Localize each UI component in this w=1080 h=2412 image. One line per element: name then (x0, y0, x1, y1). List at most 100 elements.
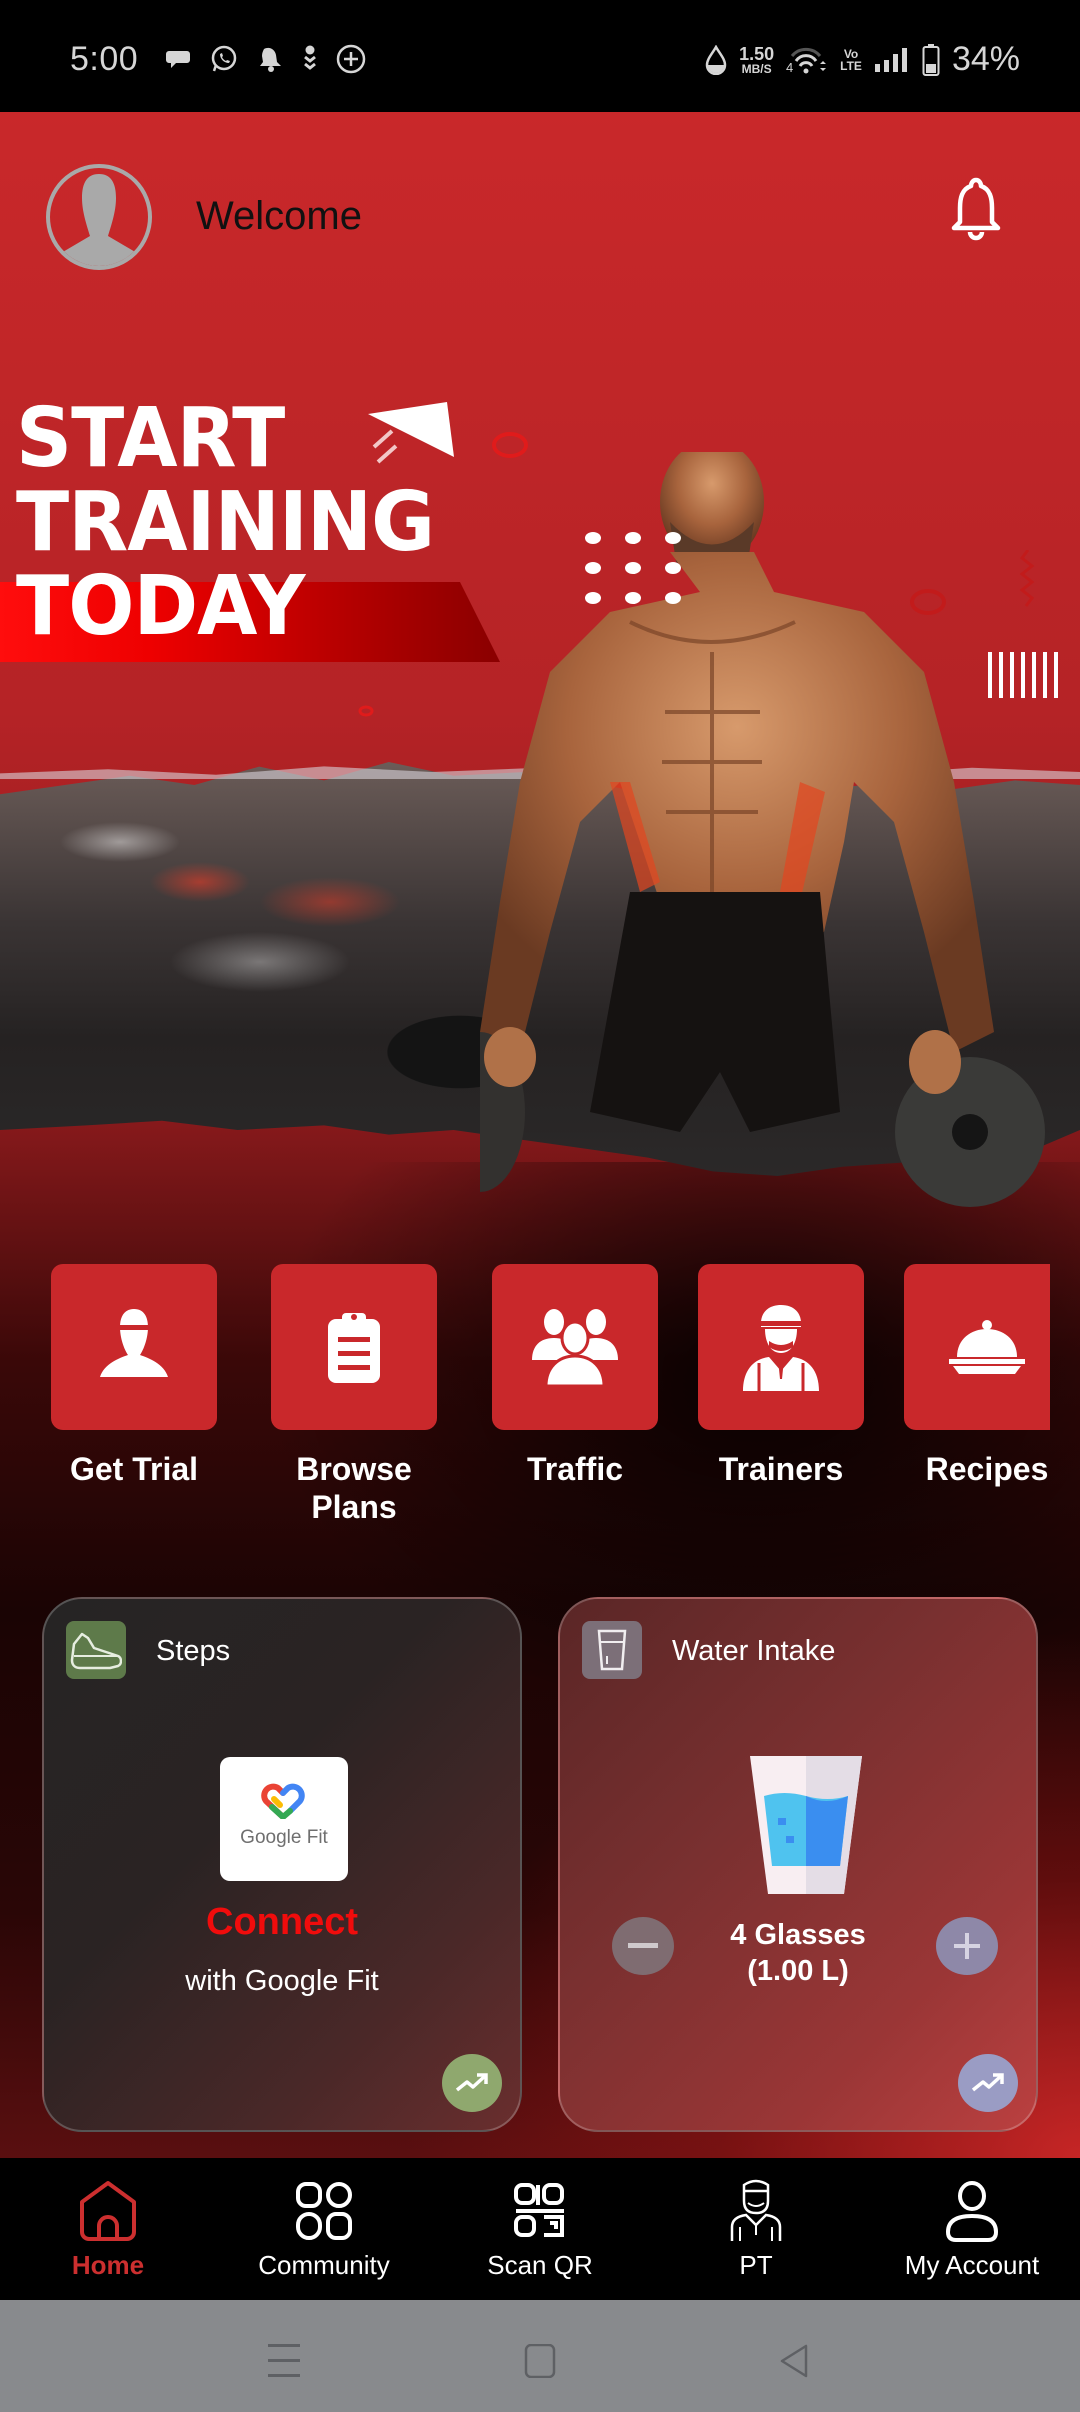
nav-my-account[interactable]: My Account (864, 2176, 1080, 2281)
promo-banner[interactable]: START TRAINING TODAY (0, 322, 1080, 1282)
quick-action-label: Recipes (925, 1451, 1049, 1487)
decorative-ring-2 (910, 589, 946, 615)
whatsapp-icon (211, 45, 237, 72)
home-screen: Welcome START TRAINING TODAY Get Trial B… (0, 112, 1080, 2158)
decorative-zigzag (1019, 550, 1035, 607)
nav-label: PT (739, 2250, 773, 2280)
trending-up-icon (971, 2073, 1004, 2092)
nav-pt[interactable]: PT (648, 2176, 864, 2281)
chat-bubble-icon (166, 51, 190, 68)
signal-strength-icon (874, 47, 907, 72)
quick-actions-row: Get Trial Browse Plans Traffic Trainers … (0, 1264, 1080, 1544)
sneaker-icon (70, 1632, 122, 1670)
headline-line-1: START (16, 391, 285, 486)
header: Welcome (0, 112, 1080, 270)
quick-action-recipes[interactable]: Recipes (904, 1264, 1050, 1488)
quick-action-tile[interactable] (698, 1264, 864, 1430)
quick-action-trainers[interactable]: Trainers (698, 1264, 864, 1488)
battery-icon (922, 43, 940, 76)
network-speed-unit: MB/S (741, 61, 772, 76)
nav-label: Home (71, 2250, 145, 2280)
water-title: Water Intake (672, 1635, 836, 1667)
home-system-button[interactable] (524, 2344, 556, 2378)
bottom-navigation: Home Community Scan QR PT My Account (0, 2158, 1080, 2300)
community-grid-icon (296, 2182, 352, 2240)
quick-action-tile[interactable] (271, 1264, 437, 1430)
volte-bottom: LTE (840, 58, 862, 73)
steps-trend-button[interactable] (442, 2054, 502, 2112)
qr-code-icon (514, 2183, 564, 2237)
status-time: 5:00 (70, 40, 139, 78)
decorative-dots (585, 532, 681, 604)
recent-apps-button[interactable] (268, 2344, 300, 2378)
nav-home[interactable]: Home (0, 2176, 216, 2281)
water-icon-box (582, 1621, 642, 1679)
home-icon (80, 2181, 136, 2241)
download-arrows-icon (304, 45, 316, 70)
notification-icons (166, 44, 366, 74)
back-button[interactable] (778, 2344, 810, 2378)
nav-label: Community (258, 2250, 390, 2280)
water-intake-card[interactable]: Water Intake 4 Glasses (1.00 L) (558, 1597, 1038, 2132)
welcome-text: Welcome (196, 194, 362, 238)
system-navigation-bar (0, 2300, 1080, 2412)
connect-google-fit-button[interactable]: Connect (44, 1901, 520, 1944)
quick-action-label: Traffic (526, 1451, 624, 1487)
connect-subtitle: with Google Fit (185, 1965, 379, 1997)
quick-action-tile[interactable] (492, 1264, 658, 1430)
person-icon (100, 1309, 168, 1377)
volte-top: Vo (843, 46, 859, 61)
quick-action-label: Get Trial (69, 1451, 199, 1487)
decorative-small-ring (358, 705, 374, 717)
decorative-ring (492, 432, 528, 458)
default-avatar-icon (56, 174, 142, 266)
nav-scan-qr[interactable]: Scan QR (432, 2176, 648, 2281)
svg-text:4: 4 (786, 60, 793, 75)
google-fit-logo-text: Google Fit (240, 1827, 328, 1848)
steps-card[interactable]: Steps Google Fit Connect with Google Fit (42, 1597, 522, 2132)
notification-bell-icon (260, 47, 281, 72)
quick-action-traffic[interactable]: Traffic (492, 1264, 658, 1488)
add-circle-icon (336, 44, 366, 74)
steps-icon-box (66, 1621, 126, 1679)
battery-percent: 34% (951, 40, 1020, 78)
banner-headline: START TRAINING TODAY (16, 391, 435, 654)
status-bar: 5:00 1.50 MB/S 4 Vo LTE 34% (0, 0, 1080, 112)
headline-line-2: TRAINING (16, 475, 435, 570)
nav-community[interactable]: Community (216, 2176, 432, 2281)
personal-trainer-icon (730, 2179, 782, 2241)
bell-icon[interactable] (946, 176, 1006, 246)
quick-action-label: Browse Plans (296, 1451, 412, 1525)
data-saver-icon (705, 44, 727, 75)
water-increase-button[interactable] (936, 1917, 998, 1975)
avatar[interactable] (46, 164, 152, 270)
google-fit-heart-icon (261, 1783, 305, 1819)
decorative-bars (988, 652, 1058, 698)
volte-indicator: Vo LTE (840, 48, 862, 72)
quick-action-get-trial[interactable]: Get Trial (51, 1264, 217, 1488)
clipboard-icon (328, 1313, 380, 1383)
athlete-image (480, 452, 1045, 1207)
cup-icon (597, 1629, 627, 1671)
water-glass-icon (750, 1756, 862, 1894)
plus-icon (954, 1933, 980, 1959)
quick-action-tile[interactable] (904, 1264, 1050, 1430)
nav-label: My Account (904, 2250, 1040, 2280)
trainer-icon (743, 1305, 819, 1391)
trending-up-icon (455, 2073, 488, 2092)
water-trend-button[interactable] (958, 2054, 1018, 2112)
system-status-icons: 1.50 MB/S 4 Vo LTE 34% (705, 40, 1020, 79)
network-speed-value: 1.50 (739, 43, 775, 64)
network-speed: 1.50 MB/S (739, 45, 774, 75)
quick-action-browse-plans[interactable]: Browse Plans (271, 1264, 437, 1526)
quick-action-tile[interactable] (51, 1264, 217, 1430)
steps-title: Steps (156, 1635, 231, 1667)
quick-action-label: Trainers (718, 1451, 844, 1487)
nav-label: Scan QR (487, 2250, 593, 2280)
account-icon (945, 2181, 999, 2242)
group-icon (532, 1309, 618, 1386)
google-fit-logo[interactable]: Google Fit (220, 1757, 348, 1881)
headline-line-3: TODAY (16, 559, 305, 654)
cloche-icon (949, 1320, 1025, 1374)
wifi-icon: 4 (786, 47, 827, 75)
